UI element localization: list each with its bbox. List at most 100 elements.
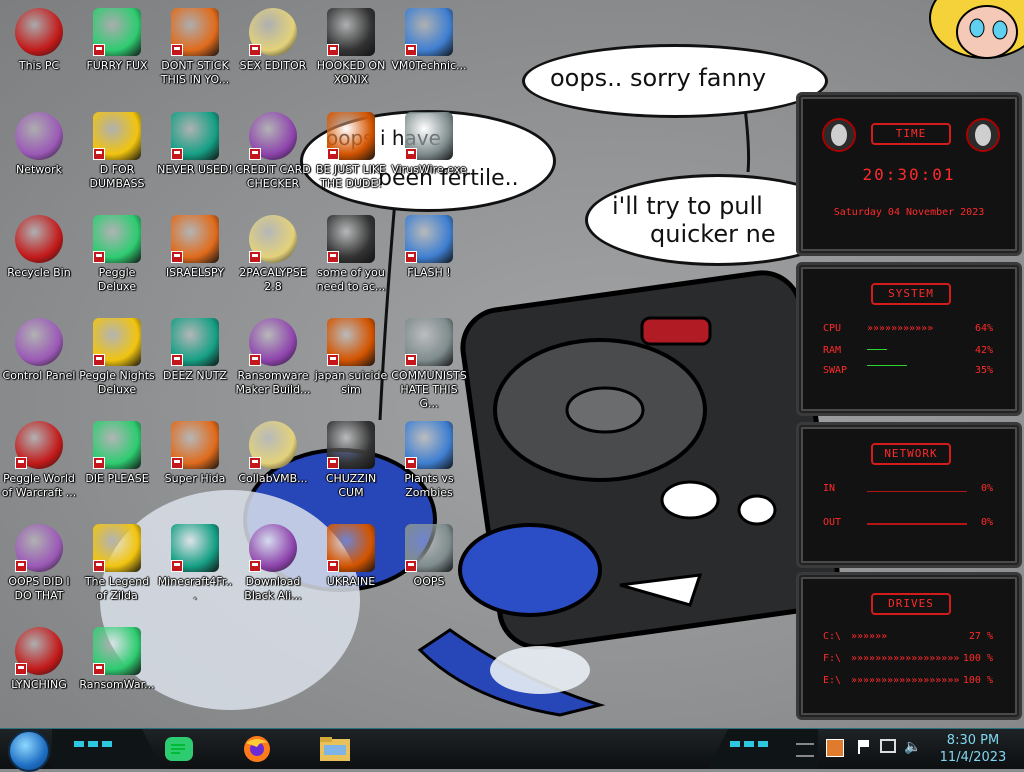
desktop-icon-peggle-wow[interactable]: Peggle World of Warcraft ... bbox=[0, 415, 78, 515]
desktop-icon-label: NEVER USED! bbox=[157, 163, 233, 176]
desktop-icon-label: CHUZZIN CUM bbox=[325, 472, 377, 499]
shortcut-badge-icon bbox=[327, 560, 339, 572]
corner-cartoon bbox=[929, 0, 1024, 59]
desktop-icon-xonix[interactable]: HOOKED ON XONIX bbox=[312, 2, 390, 102]
drive-row-e: E:\ »»»»»»»»»»»»»»»»»» 100 % bbox=[823, 675, 993, 689]
desktop-icon-vlc-cone[interactable]: DONT STICK THIS IN YO... bbox=[156, 2, 234, 102]
desktop-icon-label: CREDIT CARD CHECKER bbox=[235, 163, 311, 190]
shortcut-badge-icon bbox=[15, 560, 27, 572]
desktop-icon-firefox[interactable]: FURRY FUX bbox=[78, 2, 156, 102]
shortcut-badge-icon bbox=[93, 663, 105, 675]
shortcut-badge-icon bbox=[171, 148, 183, 160]
system-gadget[interactable]: SYSTEM CPU »»»»»»»»»»» 64% RAM 42% SWAP … bbox=[796, 262, 1022, 416]
desktop-icon-label: Download Black Ali... bbox=[244, 575, 302, 602]
folder-icon bbox=[320, 737, 350, 761]
desktop-icon-label: RansomWar... bbox=[79, 678, 155, 691]
taskbar-clock[interactable]: 8:30 PM 11/4/2023 bbox=[930, 729, 1016, 772]
network-gadget[interactable]: NETWORK IN 0% OUT 0% bbox=[796, 422, 1022, 568]
desktop-icon-chuzzle[interactable]: CHUZZIN CUM bbox=[312, 415, 390, 515]
peggle-nights-icon bbox=[93, 318, 141, 366]
vlc-cone-icon bbox=[171, 8, 219, 56]
desktop-icon-collabvm[interactable]: CollabVMB... bbox=[234, 415, 312, 515]
desktop-icon-doctor[interactable]: VM0Technic... bbox=[390, 2, 468, 102]
desktop-icon-minecraft[interactable]: Minecraft4Fr... bbox=[156, 518, 234, 618]
desktop-icon-terminal[interactable]: 2PACALYPSE 2.8 bbox=[234, 209, 312, 309]
desktop-icon-alienware-download[interactable]: Download Black Ali... bbox=[234, 518, 312, 618]
desktop-icon-computer[interactable]: This PC bbox=[0, 2, 78, 102]
desktop-icon-label: FURRY FUX bbox=[86, 59, 148, 72]
robot-eye-right bbox=[737, 494, 777, 526]
desktop-icon-radiation[interactable]: UKRAINE bbox=[312, 518, 390, 618]
drive-row-f: F:\ »»»»»»»»»»»»»»»»»» 100 % bbox=[823, 653, 993, 667]
drive-f-value: 100 % bbox=[962, 653, 993, 664]
time-gadget[interactable]: TIME 20:30:01 Saturday 04 November 2023 bbox=[796, 92, 1022, 256]
desktop-icon-skull[interactable]: RansomWar... bbox=[78, 621, 156, 721]
de-icon bbox=[93, 421, 141, 469]
dog-icon bbox=[327, 215, 375, 263]
desktop-icon-credit-card[interactable]: CREDIT CARD CHECKER bbox=[234, 106, 312, 206]
shortcut-badge-icon bbox=[93, 44, 105, 56]
shortcut-badge-icon bbox=[93, 148, 105, 160]
shortcut-badge-icon bbox=[171, 354, 183, 366]
noose-icon bbox=[15, 627, 63, 675]
limewire-icon bbox=[405, 112, 453, 160]
desktop-icon-flash[interactable]: FLASH ! bbox=[390, 209, 468, 309]
desktop-icon-stack[interactable]: DEEZ NUTZ bbox=[156, 312, 234, 412]
tray-flag-icon[interactable] bbox=[858, 740, 872, 754]
desktop-icon-spy-window[interactable]: ISRAELSPY bbox=[156, 209, 234, 309]
desktop-icon-de[interactable]: DIE PLEASE bbox=[78, 415, 156, 515]
desktop-icon-pvz[interactable]: Plants vs Zombies bbox=[390, 415, 468, 515]
drive-row-c: C:\ »»»»»» 27 % bbox=[823, 631, 993, 645]
pixel-dog-icon bbox=[171, 421, 219, 469]
desktop-icon-noose[interactable]: LYNCHING bbox=[0, 621, 78, 721]
drive-e-bar: »»»»»»»»»»»»»»»»»» bbox=[851, 675, 960, 686]
desktop-icon-recycle-bin[interactable]: Recycle Bin bbox=[0, 209, 78, 309]
desktop-icon-devcpp[interactable]: NEVER USED! bbox=[156, 106, 234, 206]
zelda-icon bbox=[93, 524, 141, 572]
start-button[interactable] bbox=[8, 730, 50, 772]
desktop-icon-label: BE JUST LIKE THE DUDE! bbox=[315, 163, 387, 190]
xonix-icon bbox=[327, 8, 375, 56]
desktop-icon-portrait[interactable]: OOPS DID I DO THAT bbox=[0, 518, 78, 618]
tray-network-icon[interactable] bbox=[880, 739, 896, 753]
shortcut-badge-icon bbox=[15, 663, 27, 675]
desktop-icon-label: ISRAELSPY bbox=[165, 266, 225, 279]
shortcut-badge-icon bbox=[93, 354, 105, 366]
drives-gadget[interactable]: DRIVES C:\ »»»»»» 27 % F:\ »»»»»»»»»»»»»… bbox=[796, 572, 1022, 720]
desktop-icon-label: DEEZ NUTZ bbox=[163, 369, 227, 382]
desktop-icon-oops[interactable]: OOPS bbox=[390, 518, 468, 618]
tray-app-icon[interactable] bbox=[826, 739, 844, 757]
drive-e-label: E:\ bbox=[823, 675, 842, 686]
flash-icon bbox=[405, 215, 453, 263]
taskbar-file-explorer-button[interactable] bbox=[316, 733, 354, 765]
shortcut-badge-icon bbox=[405, 560, 417, 572]
desktop-icon-ransomware-maker[interactable]: Ransomware Maker Build... bbox=[234, 312, 312, 412]
taskbar-chat-app-button[interactable] bbox=[160, 733, 198, 765]
desktop-icon-pixel-dog[interactable]: Super Hida bbox=[156, 415, 234, 515]
desktop-icon-santa[interactable]: BE JUST LIKE THE DUDE! bbox=[312, 106, 390, 206]
desktop-icon-zelda[interactable]: The Legend of Zilda bbox=[78, 518, 156, 618]
desktop-icon-label: Peggle Deluxe bbox=[97, 266, 137, 293]
desktop-icon-japan-sim[interactable]: japan suicide sim bbox=[312, 312, 390, 412]
desktop-icon-peggle-nights[interactable]: Peggle Nights Deluxe bbox=[78, 312, 156, 412]
desktop-icon-alienware-network[interactable]: Network bbox=[0, 106, 78, 206]
desktop-icon-dog[interactable]: some of you need to ac... bbox=[312, 209, 390, 309]
desktop-icon-hxd[interactable]: SEX EDITOR bbox=[234, 2, 312, 102]
clock-time: 8:30 PM bbox=[946, 733, 1000, 748]
desktop-icon-money-bag[interactable]: COMMUNISTS HATE THIS G... bbox=[390, 312, 468, 412]
collabvm-icon bbox=[249, 421, 297, 469]
stack-icon bbox=[171, 318, 219, 366]
taskbar-firefox-button[interactable] bbox=[238, 733, 276, 765]
desktop-icon-peggle[interactable]: Peggle Deluxe bbox=[78, 209, 156, 309]
blue-head bbox=[458, 523, 602, 617]
terminal-icon bbox=[249, 215, 297, 263]
tray-volume-icon[interactable]: 🔈 bbox=[904, 739, 921, 755]
alienware-logo-left-icon bbox=[822, 118, 856, 152]
desktop-icon-label: FLASH ! bbox=[407, 266, 451, 279]
desktop-icon-chat[interactable]: D FOR DUMBASS bbox=[78, 106, 156, 206]
desktop-icon-label: some of you need to ac... bbox=[316, 266, 386, 293]
desktop-icon-limewire[interactable]: VirusWire.exe bbox=[390, 106, 468, 206]
alienware-network-icon bbox=[15, 112, 63, 160]
desktop-icon-control-panel[interactable]: Control Panel bbox=[0, 312, 78, 412]
show-desktop-grip-icon[interactable] bbox=[796, 743, 814, 757]
